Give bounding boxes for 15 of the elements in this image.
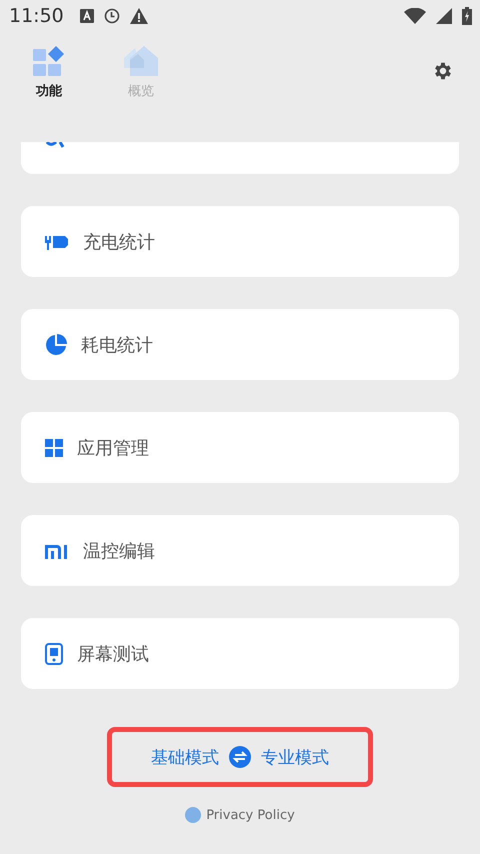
menu-card[interactable]: 耗电统计	[21, 309, 459, 380]
privacy-policy-link[interactable]: Privacy Policy	[206, 808, 295, 822]
menu-label: 充电统计	[83, 230, 155, 254]
menu-label: 温控编辑	[83, 540, 155, 562]
menu-label: 屏幕测试	[77, 642, 149, 666]
status-time: 11:50	[9, 5, 64, 27]
menu-card[interactable]: 充电统计	[21, 206, 459, 277]
menu-label: 应用管理	[77, 436, 149, 460]
menu-card[interactable]: 应用管理	[21, 412, 459, 483]
menu-card[interactable]: 屏幕测试	[21, 618, 459, 689]
nav-tab[interactable]: 功能	[26, 46, 72, 100]
menu-label: 耗电统计	[81, 334, 153, 356]
mode-option[interactable]: 专业模式	[261, 746, 329, 768]
mode-option[interactable]: 基础模式	[151, 746, 219, 768]
menu-card[interactable]: 温控编辑	[21, 515, 459, 586]
